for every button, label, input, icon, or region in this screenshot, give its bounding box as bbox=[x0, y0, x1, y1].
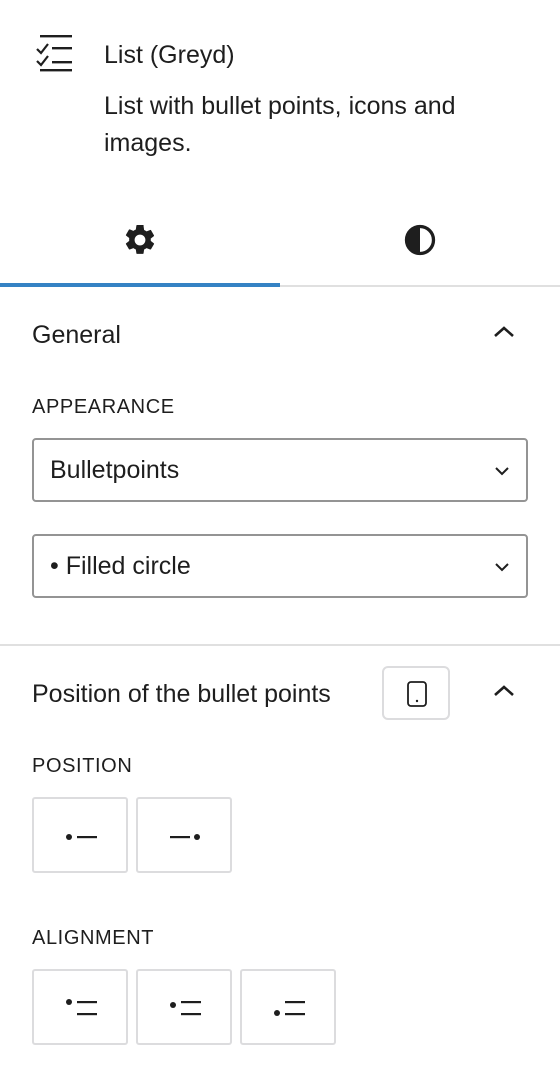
position-left-button[interactable] bbox=[32, 797, 128, 873]
chevron-up-icon[interactable] bbox=[490, 677, 518, 705]
block-title: List (Greyd) bbox=[104, 41, 235, 69]
bullet-left-icon bbox=[66, 834, 97, 840]
align-top-icon bbox=[66, 999, 97, 1016]
contrast-icon bbox=[404, 224, 436, 256]
position-right-button[interactable] bbox=[136, 797, 232, 873]
align-top-button[interactable] bbox=[32, 969, 128, 1045]
inspector-tabs bbox=[0, 195, 560, 287]
chevron-up-icon[interactable] bbox=[490, 318, 518, 346]
panel-title-general: General bbox=[32, 321, 121, 349]
position-label: POSITION bbox=[32, 755, 133, 777]
align-middle-icon bbox=[170, 1001, 201, 1016]
align-bottom-button[interactable] bbox=[240, 969, 336, 1045]
tab-styles[interactable] bbox=[280, 195, 560, 285]
appearance-label: APPEARANCE bbox=[32, 396, 175, 418]
device-toggle-button[interactable] bbox=[382, 666, 450, 720]
bullet-style-select[interactable]: • Filled circle bbox=[32, 534, 528, 598]
mobile-device-icon bbox=[407, 681, 427, 707]
list-check-icon bbox=[32, 32, 76, 76]
block-description: List with bullet points, icons and image… bbox=[104, 92, 456, 157]
block-card: List (Greyd) List with bullet points, ic… bbox=[0, 0, 560, 195]
tab-settings[interactable] bbox=[0, 195, 280, 287]
chevron-down-icon bbox=[495, 467, 509, 476]
appearance-select-value: Bulletpoints bbox=[50, 456, 180, 484]
chevron-down-icon bbox=[495, 563, 509, 572]
gear-icon bbox=[125, 224, 155, 254]
appearance-select[interactable]: Bulletpoints bbox=[32, 438, 528, 502]
align-bottom-icon bbox=[274, 1001, 305, 1016]
alignment-label: ALIGNMENT bbox=[32, 927, 155, 949]
panel-divider bbox=[0, 644, 560, 646]
bullet-right-icon bbox=[170, 834, 200, 840]
panel-title-position: Position of the bullet points bbox=[32, 680, 331, 708]
align-middle-button[interactable] bbox=[136, 969, 232, 1045]
bullet-style-select-value: • Filled circle bbox=[50, 552, 191, 580]
